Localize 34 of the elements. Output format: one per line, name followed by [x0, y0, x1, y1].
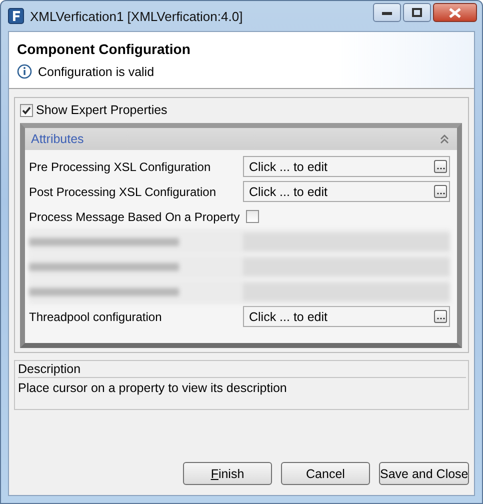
app-logo-icon — [8, 8, 24, 24]
dialog-button[interactable]: Finish — [183, 462, 272, 485]
ellipsis-button[interactable] — [434, 185, 447, 198]
ellipsis-button[interactable] — [434, 310, 447, 323]
ellipsis-icon — [436, 317, 444, 320]
collapse-icon[interactable] — [440, 134, 449, 144]
property-label: Pre Processing XSL Configuration — [29, 160, 212, 174]
status-message: Configuration is valid — [38, 64, 154, 78]
description-title: Description — [18, 362, 466, 378]
minimize-icon — [382, 10, 392, 16]
ellipsis-icon — [436, 167, 444, 170]
description-text: Place cursor on a property to view its description — [18, 381, 288, 395]
value-field[interactable]: Click ... to edit — [243, 156, 450, 177]
property-label: Post Processing XSL Configuration — [29, 184, 217, 198]
maximize-icon — [412, 8, 422, 17]
close-icon — [449, 8, 461, 18]
minimize-button[interactable] — [373, 3, 401, 22]
close-button[interactable] — [433, 3, 477, 22]
section-title: Attributes — [31, 132, 84, 146]
property-label: Process Message Based On a Property — [29, 210, 241, 224]
value-field[interactable]: Click ... to edit — [243, 306, 450, 327]
window-title: XMLVerfication1 [XMLVerfication:4.0] — [30, 8, 244, 24]
dialog-title: Component Configuration — [17, 41, 192, 57]
ellipsis-button[interactable] — [434, 160, 447, 173]
checkbox-label: Show Expert Properties — [36, 103, 168, 117]
info-icon — [17, 64, 32, 79]
ellipsis-icon — [436, 192, 444, 195]
maximize-button[interactable] — [403, 3, 431, 22]
checkbox[interactable] — [246, 210, 259, 223]
dialog-button[interactable]: Cancel — [281, 462, 370, 485]
checkbox[interactable] — [20, 104, 33, 116]
property-label: Threadpool configuration — [29, 310, 163, 324]
dialog-button[interactable]: Save and Close — [379, 462, 469, 485]
value-field[interactable]: Click ... to edit — [243, 181, 450, 202]
